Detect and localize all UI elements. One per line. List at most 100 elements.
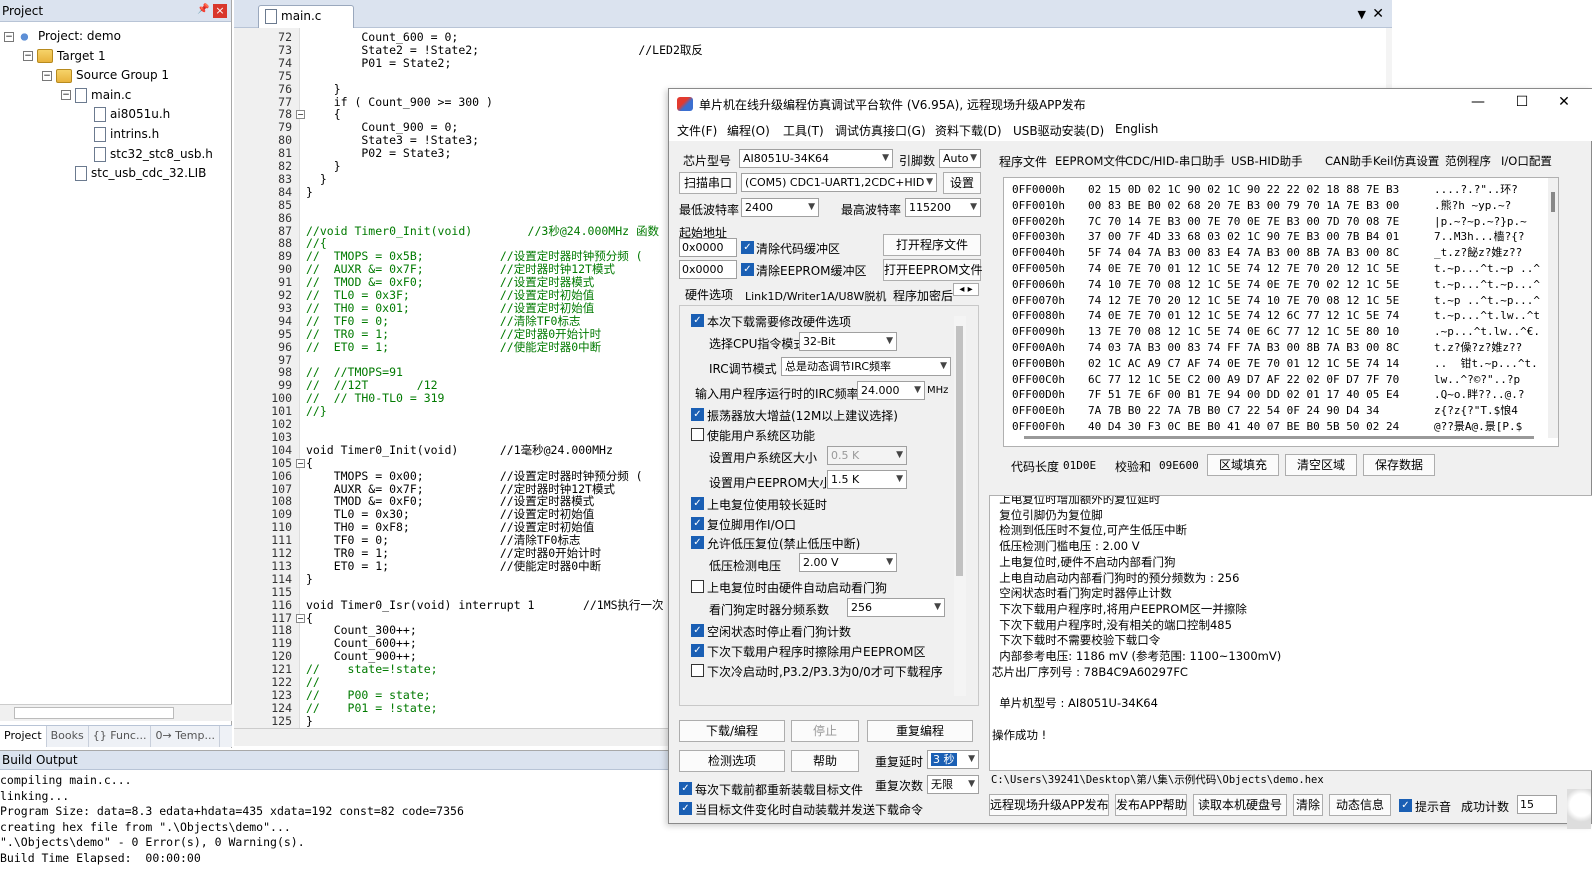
right-tab[interactable]: 范例程序 bbox=[1445, 153, 1491, 169]
clear-eeprom-checkbox[interactable]: ✓ bbox=[741, 263, 754, 276]
osc-gain-checkbox[interactable]: ✓ bbox=[691, 408, 704, 421]
bottom-action-button[interactable]: 发布APP帮助 bbox=[1115, 794, 1187, 816]
check-options-button[interactable]: 检测选项 bbox=[679, 750, 785, 772]
download-program-button[interactable]: 下载/编程 bbox=[679, 720, 785, 742]
wdt-div-select[interactable]: 256 ▼ bbox=[847, 598, 945, 617]
cpu-mode-select[interactable]: 32-Bit ▼ bbox=[799, 332, 897, 351]
reload-each-checkbox[interactable]: ✓ bbox=[679, 782, 692, 795]
tree-item[interactable]: − Project: demo bbox=[4, 26, 121, 46]
repeat-delay-select[interactable]: 3 秒 ▼ bbox=[927, 750, 979, 769]
menu-item[interactable]: 编程(O) bbox=[727, 122, 770, 139]
right-tab[interactable]: EEPROM文件 bbox=[1055, 153, 1126, 169]
tree-item[interactable]: − Target 1 bbox=[23, 46, 106, 66]
right-tab[interactable]: 程序文件 bbox=[999, 153, 1047, 170]
tab-hardware-options[interactable]: 硬件选项 bbox=[685, 286, 733, 303]
tab-encryption[interactable]: 程序加密后 bbox=[893, 287, 953, 304]
stop-button[interactable]: 停止 bbox=[791, 720, 859, 742]
repeat-count-select[interactable]: 无限 ▼ bbox=[927, 775, 979, 794]
help-button[interactable]: 帮助 bbox=[791, 750, 859, 772]
scroll-thumb[interactable] bbox=[14, 707, 174, 719]
menu-item[interactable]: USB驱动安装(D) bbox=[1013, 122, 1104, 139]
open-eeprom-file-button[interactable]: 打开EEPROM文件 bbox=[883, 259, 983, 281]
tree-item[interactable]: intrins.h bbox=[80, 124, 159, 144]
bottom-action-button[interactable]: 动态信息 bbox=[1329, 794, 1391, 816]
port-settings-button[interactable]: 设置 bbox=[943, 172, 981, 194]
open-program-file-button[interactable]: 打开程序文件 bbox=[883, 234, 981, 256]
clear-code-checkbox[interactable]: ✓ bbox=[741, 241, 754, 254]
pin-icon[interactable]: 📌 bbox=[197, 4, 209, 16]
collapse-toggle-icon[interactable]: − bbox=[61, 90, 71, 101]
pin-count-select[interactable]: Auto ▼ bbox=[939, 149, 981, 168]
project-hscrollbar[interactable] bbox=[0, 704, 232, 721]
right-tab[interactable]: Keil仿真设置 bbox=[1373, 153, 1439, 169]
irc-mode-select[interactable]: 总是动态调节IRC频率 ▼ bbox=[781, 357, 951, 376]
tree-item[interactable]: − Source Group 1 bbox=[42, 65, 169, 85]
eeprom-address-input[interactable]: 0x0000 bbox=[679, 260, 737, 279]
options-vscrollbar[interactable] bbox=[954, 316, 966, 696]
collapse-toggle-icon[interactable]: − bbox=[4, 31, 14, 42]
modify-hw-checkbox[interactable]: ✓ bbox=[691, 314, 704, 327]
right-tab[interactable]: USB-HID助手 bbox=[1231, 153, 1303, 169]
tree-item[interactable]: ai8051u.h bbox=[80, 104, 170, 124]
idle-wdt-checkbox[interactable]: ✓ bbox=[691, 624, 704, 637]
project-tab[interactable]: {} Func... bbox=[89, 726, 152, 747]
wdt-auto-checkbox[interactable] bbox=[691, 580, 704, 593]
tree-item[interactable]: stc_usb_cdc_32.LIB bbox=[61, 163, 206, 183]
repeat-program-button[interactable]: 重复编程 bbox=[867, 720, 973, 742]
scroll-thumb[interactable] bbox=[956, 326, 963, 576]
maximize-icon[interactable]: ☐ bbox=[1507, 94, 1537, 110]
hex-vscrollbar[interactable] bbox=[1548, 178, 1558, 438]
close-icon[interactable]: ✕ bbox=[1549, 94, 1579, 110]
auto-send-checkbox[interactable]: ✓ bbox=[679, 802, 692, 815]
bottom-action-button[interactable]: 读取本机硬盘号 bbox=[1193, 794, 1287, 816]
menu-item[interactable]: 工具(T) bbox=[783, 122, 824, 139]
tab-offline-writer[interactable]: Link1D/Writer1A/U8W脱机 bbox=[745, 288, 886, 304]
menu-item[interactable]: 资料下载(D) bbox=[935, 122, 1002, 139]
port-select[interactable]: (COM5) CDC1-UART1,2CDC+HID ▼ bbox=[741, 173, 937, 192]
isp-titlebar[interactable]: 单片机在线升级编程仿真调试平台软件 (V6.95A), 远程现场升级APP发布 … bbox=[669, 89, 1592, 119]
sys-area-size-select[interactable]: 0.5 K ▼ bbox=[827, 446, 907, 465]
lvd-select[interactable]: 2.00 V ▼ bbox=[799, 553, 897, 572]
menu-item[interactable]: 调试仿真接口(G) bbox=[835, 122, 926, 139]
erase-eeprom-checkbox[interactable]: ✓ bbox=[691, 644, 704, 657]
scroll-thumb[interactable] bbox=[1551, 192, 1555, 212]
chevron-down-icon[interactable]: ▼ bbox=[1358, 8, 1366, 21]
right-tab[interactable]: I/O口配置 bbox=[1501, 153, 1552, 169]
project-tab[interactable]: Books bbox=[47, 726, 89, 747]
reset-io-checkbox[interactable]: ✓ bbox=[691, 517, 704, 530]
min-baud-select[interactable]: 2400 ▼ bbox=[741, 198, 819, 217]
eeprom-size-select[interactable]: 1.5 K ▼ bbox=[827, 470, 907, 489]
clear-area-button[interactable]: 清空区域 bbox=[1285, 454, 1357, 476]
hex-hscrollbar[interactable] bbox=[1024, 436, 1534, 439]
fill-area-button[interactable]: 区域填充 bbox=[1207, 454, 1279, 476]
minimize-icon[interactable]: — bbox=[1463, 94, 1493, 110]
right-tab[interactable]: CDC/HID-串口助手 bbox=[1125, 153, 1225, 169]
right-tab[interactable]: CAN助手 bbox=[1325, 153, 1373, 169]
long-reset-checkbox[interactable]: ✓ bbox=[691, 497, 704, 510]
collapse-toggle-icon[interactable]: − bbox=[42, 70, 52, 81]
hex-view[interactable]: 0FF0000h 02 15 0D 02 1C 90 02 1C 90 22 22… bbox=[1003, 177, 1559, 447]
tab-scroll-arrows[interactable]: ◂ ▸ bbox=[953, 283, 979, 296]
tree-item[interactable]: stc32_stc8_usb.h bbox=[80, 144, 213, 164]
code-address-input[interactable]: 0x0000 bbox=[679, 238, 737, 257]
project-tab[interactable]: 0→ Temp... bbox=[151, 726, 220, 747]
lvr-checkbox[interactable]: ✓ bbox=[691, 536, 704, 549]
close-icon[interactable]: ✕ bbox=[1372, 6, 1384, 22]
collapse-toggle-icon[interactable]: − bbox=[23, 51, 33, 62]
user-sys-area-checkbox[interactable] bbox=[691, 428, 704, 441]
irc-freq-select[interactable]: 24.000 ▼ bbox=[857, 381, 925, 400]
tab-main-c[interactable]: main.c bbox=[258, 5, 354, 28]
project-tab[interactable]: Project bbox=[0, 726, 47, 747]
menu-item[interactable]: 文件(F) bbox=[677, 122, 717, 139]
tree-item[interactable]: − main.c bbox=[61, 85, 131, 105]
save-data-button[interactable]: 保存数据 bbox=[1363, 454, 1435, 476]
chip-select[interactable]: AI8051U-34K64 ▼ bbox=[739, 149, 893, 168]
menu-item[interactable]: English bbox=[1115, 122, 1158, 136]
cold-boot-checkbox[interactable] bbox=[691, 664, 704, 677]
bottom-action-button[interactable]: 清除 bbox=[1293, 794, 1323, 816]
beep-checkbox[interactable]: ✓ bbox=[1399, 799, 1412, 812]
close-icon[interactable]: × bbox=[213, 4, 227, 18]
bottom-action-button[interactable]: 远程现场升级APP发布 bbox=[989, 794, 1109, 816]
scan-port-button[interactable]: 扫描串口 bbox=[679, 172, 737, 194]
max-baud-select[interactable]: 115200 ▼ bbox=[905, 198, 981, 217]
